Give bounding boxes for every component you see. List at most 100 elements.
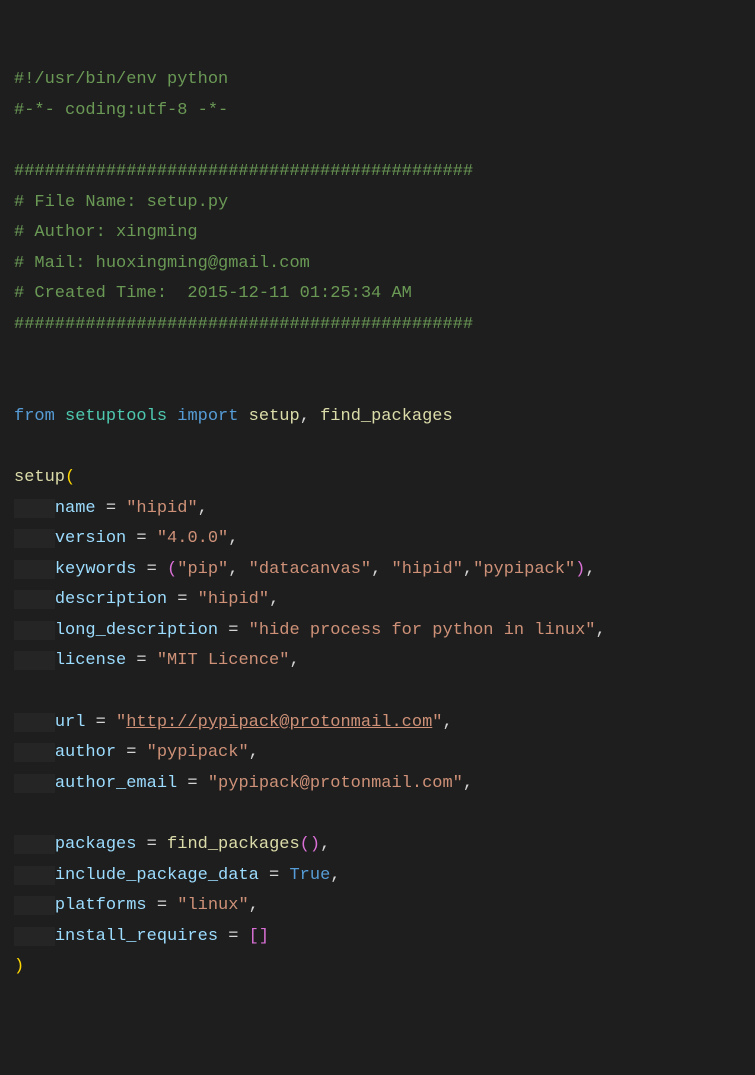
val-true: True	[289, 866, 330, 885]
punct-eq: =	[85, 713, 116, 732]
paren-close-inner: )	[575, 560, 585, 579]
punct-eq: =	[147, 896, 178, 915]
arg-version: version	[55, 529, 126, 548]
code-line: version = "4.0.0",	[14, 524, 741, 555]
arg-long-description: long_description	[55, 621, 218, 640]
code-line: description = "hipid",	[14, 585, 741, 616]
code-block: #!/usr/bin/env python #-*- coding:utf-8 -…	[14, 65, 741, 983]
code-line	[14, 126, 741, 157]
val-license: "MIT Licence"	[157, 651, 290, 670]
val-kw4: "pypipack"	[473, 560, 575, 579]
punct-comma: ,	[585, 560, 595, 579]
code-line: # Author: xingming	[14, 218, 741, 249]
code-line	[14, 799, 741, 830]
comment-divider: ########################################…	[14, 315, 473, 334]
punct-comma: ,	[300, 407, 320, 426]
code-line	[14, 341, 741, 372]
code-line	[14, 677, 741, 708]
punct-eq: =	[126, 651, 157, 670]
code-line	[14, 371, 741, 402]
paren-open-inner: (	[300, 835, 310, 854]
arg-install-requires: install_requires	[55, 927, 218, 946]
val-url-quote: "	[116, 713, 126, 732]
val-platforms: "linux"	[177, 896, 248, 915]
code-line: packages = find_packages(),	[14, 830, 741, 861]
code-line: license = "MIT Licence",	[14, 646, 741, 677]
arg-platforms: platforms	[55, 896, 147, 915]
val-version: "4.0.0"	[157, 529, 228, 548]
code-line: name = "hipid",	[14, 494, 741, 525]
bracket-open: [	[249, 927, 259, 946]
punct-comma: ,	[443, 713, 453, 732]
keyword-from: from	[14, 407, 55, 426]
punct-eq: =	[177, 774, 208, 793]
paren-open-inner: (	[167, 560, 177, 579]
code-line: include_package_data = True,	[14, 861, 741, 892]
code-line: ########################################…	[14, 310, 741, 341]
comment-created: # Created Time: 2015-12-11 01:25:34 AM	[14, 284, 412, 303]
punct-eq: =	[218, 621, 249, 640]
arg-include-package-data: include_package_data	[55, 866, 259, 885]
punct-comma: ,	[371, 560, 391, 579]
comment-coding: #-*- coding:utf-8 -*-	[14, 101, 228, 120]
punct-comma: ,	[463, 774, 473, 793]
punct-eq: =	[96, 499, 127, 518]
val-long-description: "hide process for python in linux"	[249, 621, 596, 640]
keyword-import: import	[177, 407, 238, 426]
arg-packages: packages	[55, 835, 137, 854]
paren-open: (	[65, 468, 75, 487]
code-line: #-*- coding:utf-8 -*-	[14, 96, 741, 127]
import-setup: setup	[249, 407, 300, 426]
code-line: ########################################…	[14, 157, 741, 188]
punct-comma: ,	[249, 743, 259, 762]
code-line: # Created Time: 2015-12-11 01:25:34 AM	[14, 279, 741, 310]
code-line: from setuptools import setup, find_packa…	[14, 402, 741, 433]
punct-comma: ,	[596, 621, 606, 640]
punct-eq: =	[167, 590, 198, 609]
module-setuptools: setuptools	[65, 407, 167, 426]
val-kw2: "datacanvas"	[249, 560, 371, 579]
punct-eq: =	[116, 743, 147, 762]
arg-license: license	[55, 651, 126, 670]
comment-divider: ########################################…	[14, 162, 473, 181]
punct-comma: ,	[463, 560, 473, 579]
arg-author: author	[55, 743, 116, 762]
comment-filename: # File Name: setup.py	[14, 193, 228, 212]
val-author-email: "pypipack@protonmail.com"	[208, 774, 463, 793]
comment-shebang: #!/usr/bin/env python	[14, 70, 228, 89]
punct-eq: =	[136, 835, 167, 854]
punct-eq: =	[218, 927, 249, 946]
arg-url: url	[55, 713, 86, 732]
code-line: setup(	[14, 463, 741, 494]
bracket-close: ]	[259, 927, 269, 946]
code-line: platforms = "linux",	[14, 891, 741, 922]
code-line: author = "pypipack",	[14, 738, 741, 769]
code-line: )	[14, 952, 741, 983]
code-line: url = "http://pypipack@protonmail.com",	[14, 708, 741, 739]
code-line: long_description = "hide process for pyt…	[14, 616, 741, 647]
punct-comma: ,	[228, 560, 248, 579]
comment-author: # Author: xingming	[14, 223, 198, 242]
punct-comma: ,	[228, 529, 238, 548]
punct-eq: =	[136, 560, 167, 579]
code-line: # File Name: setup.py	[14, 188, 741, 219]
punct-comma: ,	[320, 835, 330, 854]
punct-comma: ,	[289, 651, 299, 670]
val-description: "hipid"	[198, 590, 269, 609]
call-setup: setup	[14, 468, 65, 487]
arg-name: name	[55, 499, 96, 518]
val-kw3: "hipid"	[392, 560, 463, 579]
punct-comma: ,	[249, 896, 259, 915]
arg-keywords: keywords	[55, 560, 137, 579]
val-url-link[interactable]: http://pypipack@protonmail.com	[126, 713, 432, 732]
code-line: author_email = "pypipack@protonmail.com"…	[14, 769, 741, 800]
val-kw1: "pip"	[177, 560, 228, 579]
val-name: "hipid"	[126, 499, 197, 518]
punct-comma: ,	[198, 499, 208, 518]
import-find-packages: find_packages	[320, 407, 453, 426]
val-url-quote: "	[432, 713, 442, 732]
punct-eq: =	[126, 529, 157, 548]
paren-close: )	[14, 957, 24, 976]
punct-comma: ,	[269, 590, 279, 609]
val-author: "pypipack"	[147, 743, 249, 762]
